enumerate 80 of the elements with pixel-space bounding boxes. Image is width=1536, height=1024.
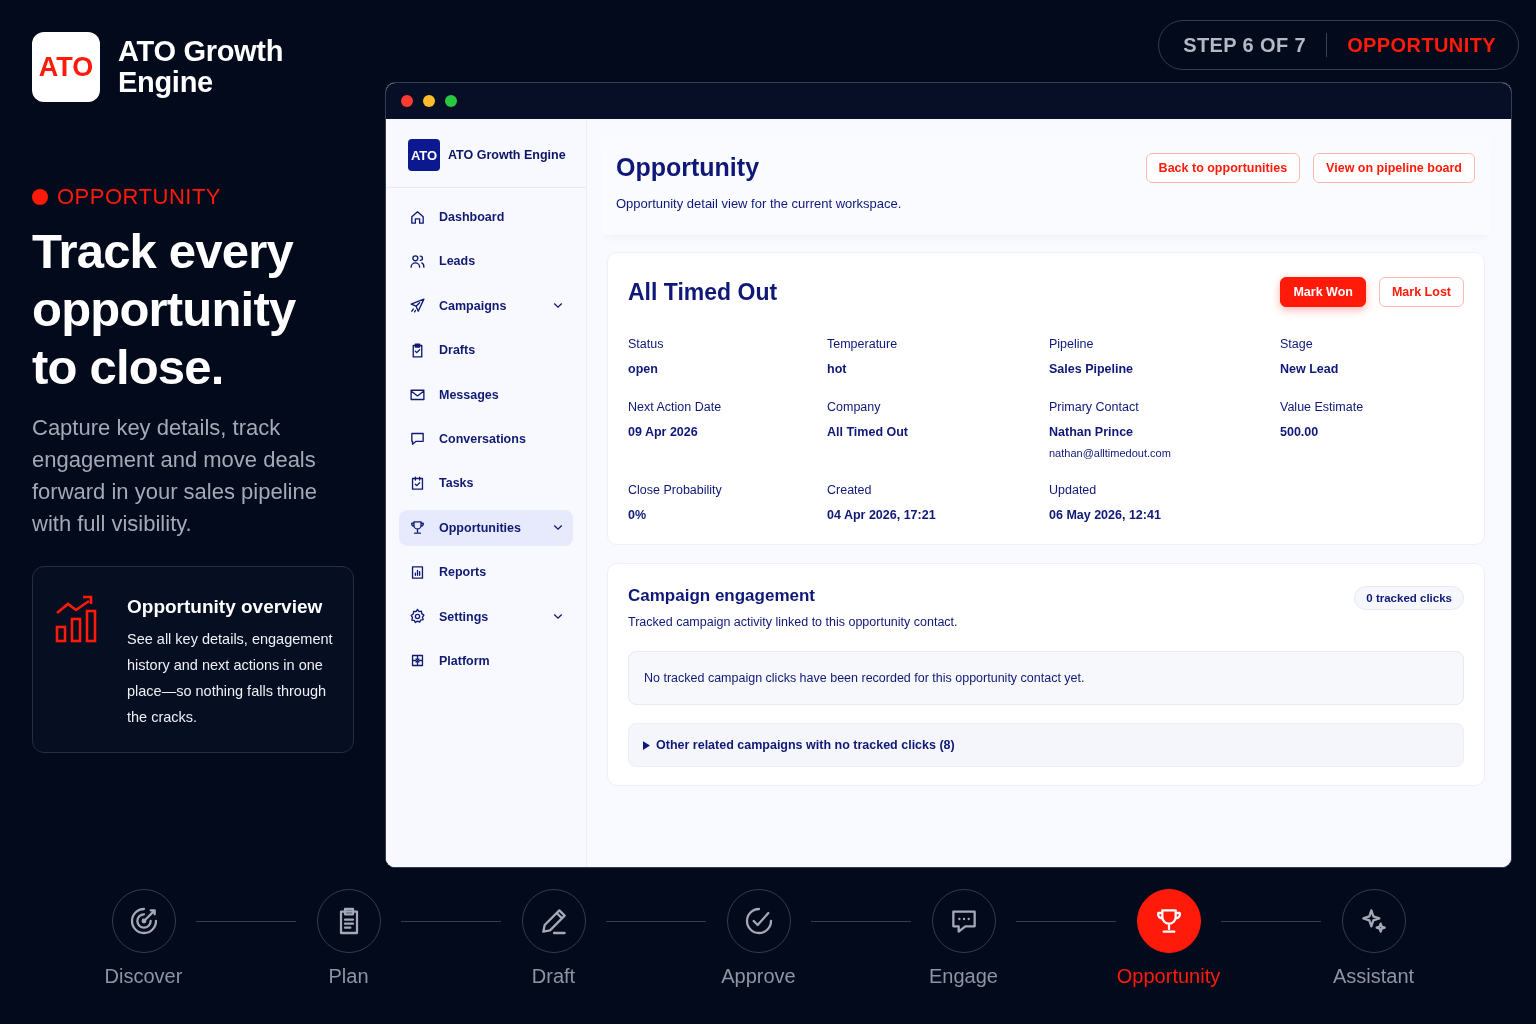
step-label: Plan: [328, 965, 369, 988]
feature-description: See all key details, engagement history and next actions in one place—so nothing falls through the cracks.: [127, 630, 334, 727]
section-subtitle: Tracked campaign activity linked to this opportunity contact.: [628, 615, 958, 629]
field-value: open: [628, 362, 659, 376]
field-label: Pipeline: [1049, 337, 1095, 351]
empty-message: No tracked campaign clicks have been recorded for this opportunity contact yet.: [644, 671, 1085, 685]
status-dot-icon: [32, 189, 48, 205]
nav-item[interactable]: Settings: [399, 598, 573, 635]
nav-item[interactable]: Campaigns: [399, 287, 573, 324]
field-value: 0%: [628, 508, 648, 522]
field-value: hot: [827, 362, 848, 376]
field-value: All Timed Out: [827, 425, 910, 439]
headline: Track every opportunity to close.: [32, 223, 297, 396]
users-icon: [409, 252, 426, 270]
page-subtitle: Opportunity detail view for the current workspace.: [616, 196, 902, 211]
nav-item[interactable]: Dashboard: [399, 199, 573, 235]
opportunity-title: All Timed Out: [628, 278, 778, 306]
step-label: Draft: [531, 965, 576, 988]
settings-icon: [409, 608, 426, 625]
nav-item[interactable]: Tasks: [399, 465, 573, 502]
app-name: ATO Growth Engine: [448, 148, 566, 162]
header-button[interactable]: View on pipeline board: [1313, 153, 1475, 183]
field-label: Stage: [1280, 337, 1314, 351]
nav-item[interactable]: Leads: [399, 243, 573, 280]
field-label: Updated: [1049, 483, 1098, 497]
field-value: Nathan Prince: [1049, 425, 1135, 439]
app-logo: ATO: [408, 139, 440, 171]
minimize-dot-icon[interactable]: [423, 95, 435, 107]
chevron-down-icon: [553, 302, 563, 310]
trophy-icon: [409, 519, 426, 537]
mark-lost-button[interactable]: Mark Lost: [1378, 277, 1464, 307]
chevron-down-icon: [553, 613, 563, 620]
field-value: 09 Apr 2026: [628, 425, 699, 439]
nav-item[interactable]: Drafts: [399, 332, 573, 369]
paper-plane-icon: [409, 297, 426, 315]
chevron-down-icon: [553, 524, 563, 532]
field-label: Next Action Date: [628, 400, 723, 414]
checkbox-icon: [409, 474, 426, 492]
field-value: 06 May 2026, 12:41: [1049, 508, 1162, 522]
brand-logo: ATO: [32, 32, 100, 102]
eyebrow-label: OPPORTUNITY: [57, 184, 221, 210]
step-label: Assistant: [1332, 965, 1415, 988]
field-label: Value Estimate: [1280, 400, 1365, 414]
nav-item[interactable]: Conversations: [399, 420, 573, 457]
chat-icon: [409, 430, 426, 448]
field-label: Created: [827, 483, 873, 497]
step-name: OPPORTUNITY: [1347, 33, 1496, 57]
disclosure-triangle-icon: [643, 740, 650, 750]
header-button[interactable]: Back to opportunities: [1145, 153, 1301, 183]
brand-name: ATO Growth Engine: [118, 36, 285, 98]
related-campaigns-toggle[interactable]: Other related campaigns with no tracked clicks (8): [628, 723, 1464, 767]
step-label: Approve: [721, 965, 796, 988]
nav-item[interactable]: Opportunities: [399, 509, 573, 546]
field-value: New Lead: [1280, 362, 1340, 376]
close-dot-icon[interactable]: [401, 95, 413, 107]
field-label: Temperature: [827, 337, 899, 351]
maximize-dot-icon[interactable]: [445, 95, 457, 107]
feature-title: Opportunity overview: [127, 596, 324, 618]
chart-icon: [409, 563, 426, 581]
nav-item[interactable]: Platform: [399, 642, 573, 679]
field-label: Status: [628, 337, 665, 351]
hero-description: Capture key details, track engagement and move deals forward in your sales pipeline with full visibility.: [32, 414, 318, 538]
field-value: 500.00: [1280, 425, 1320, 439]
clicks-badge: 0 tracked clicks: [1354, 586, 1464, 610]
step-label: Engage: [929, 965, 998, 988]
section-title: Campaign engagement: [628, 586, 817, 606]
field-label: Company: [827, 400, 882, 414]
page-title: Opportunity: [616, 153, 761, 182]
contact-email: nathan@alltimedout.com: [1049, 447, 1172, 459]
nav-item[interactable]: Messages: [399, 376, 573, 413]
field-label: Primary Contact: [1049, 400, 1140, 414]
mark-won-button[interactable]: Mark Won: [1280, 277, 1366, 307]
field-value: 04 Apr 2026, 17:21: [827, 508, 937, 522]
step-label: Discover: [104, 965, 183, 988]
field-label: Close Probability: [628, 483, 723, 497]
field-value: Sales Pipeline: [1049, 362, 1135, 376]
home-icon: [409, 208, 426, 226]
nav-item[interactable]: Reports: [399, 554, 573, 591]
step-count: STEP 6 OF 7: [1183, 33, 1307, 57]
step-label: Opportunity: [1116, 965, 1221, 988]
